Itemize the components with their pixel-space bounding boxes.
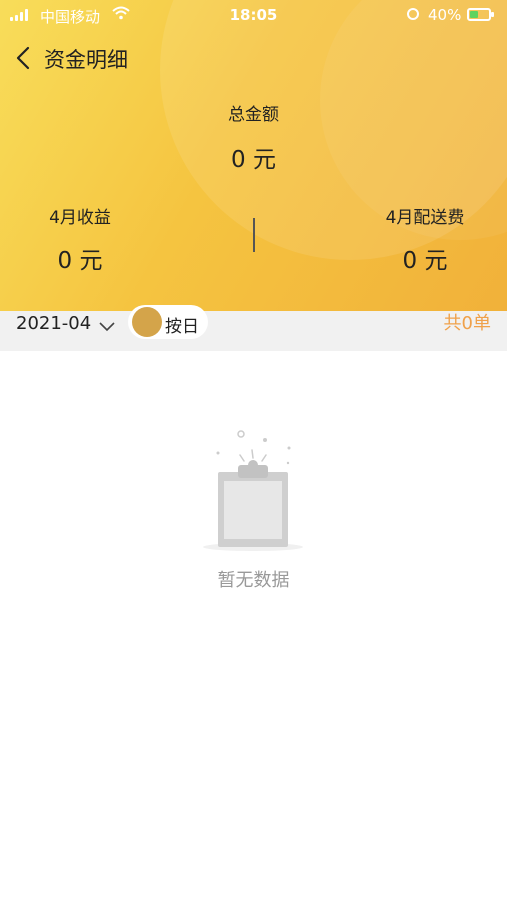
toggle-knob [132,307,162,337]
back-arrow-icon[interactable] [12,44,36,72]
toggle-label: 按日 [165,317,199,337]
month-income-label: 4月收益 [49,208,111,228]
header-banner: 中国移动 18:05 40% 资金明细 总金额 0 元 4月收益 0 元 4月配… [0,0,507,311]
summary-divider [253,218,255,252]
order-count: 共0单 [443,313,491,334]
month-delivery-fee-label: 4月配送费 [385,208,465,228]
battery-icon [467,8,494,21]
filter-bar: 2021-04 按日 共0单 [0,305,507,351]
page-title: 资金明细 [44,48,128,72]
total-amount-value: 0 元 [231,147,276,173]
empty-clipboard-icon [203,430,303,551]
total-amount-label: 总金额 [228,105,279,125]
battery-percent: 40% [428,6,462,24]
by-day-toggle[interactable]: 按日 [128,305,208,339]
orientation-lock-icon [407,8,419,20]
month-selector[interactable]: 2021-04 [16,313,91,334]
status-bar: 中国移动 18:05 40% [0,0,507,32]
month-delivery-fee-value: 0 元 [402,248,448,274]
chevron-down-icon[interactable] [99,320,115,332]
empty-state-text: 暂无数据 [217,570,290,591]
month-income-value: 0 元 [57,248,103,274]
